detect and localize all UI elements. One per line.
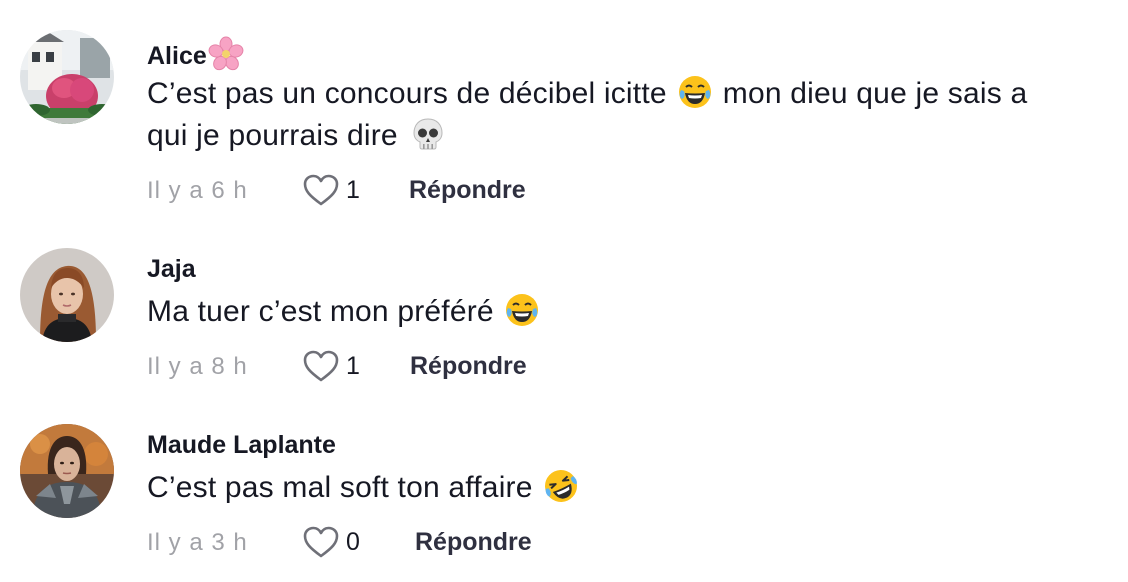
comment-username[interactable]: Alice xyxy=(147,36,244,71)
comment-timestamp: Il y a 6 h xyxy=(147,177,248,204)
comment-timestamp: Il y a 3 h xyxy=(147,529,248,556)
like-button[interactable] xyxy=(302,173,340,207)
comment-username[interactable]: Jaja xyxy=(147,254,196,284)
comment-text: Ma tuer c’est mon préféré xyxy=(147,291,1107,333)
avatar[interactable] xyxy=(20,248,114,342)
username-text: Alice xyxy=(147,42,207,70)
comment-text: C’est pas mal soft ton affaire xyxy=(147,467,1107,509)
comment-meta: Il y a 6 h 1 Répondre xyxy=(147,173,747,209)
like-button[interactable] xyxy=(302,525,340,559)
comment-text-body: C’est pas mal soft ton affaire xyxy=(147,471,533,504)
skull-icon xyxy=(410,116,446,152)
tears-of-joy-icon xyxy=(677,74,713,110)
heart-icon xyxy=(303,350,339,382)
heart-icon xyxy=(303,526,339,558)
reply-button[interactable]: Répondre xyxy=(410,352,527,381)
comment-text-line1-b: mon dieu que je sais a xyxy=(722,77,1028,110)
tears-of-joy-icon xyxy=(504,292,540,328)
like-count: 0 xyxy=(346,528,360,556)
comment-text-line2: qui je pourrais dire xyxy=(147,119,398,152)
comment-meta: Il y a 8 h 1 Répondre xyxy=(147,349,747,385)
comment-username[interactable]: Maude Laplante xyxy=(147,430,336,460)
like-button[interactable] xyxy=(302,349,340,383)
avatar-warrior-image xyxy=(20,424,114,518)
avatar[interactable] xyxy=(20,424,114,518)
rolling-on-floor-laughing-icon xyxy=(543,468,579,504)
avatar[interactable] xyxy=(20,30,114,124)
comment-meta: Il y a 3 h 0 Répondre xyxy=(147,525,747,561)
reply-button[interactable]: Répondre xyxy=(409,176,526,205)
comment-timestamp: Il y a 8 h xyxy=(147,353,248,380)
comment-text-body: Ma tuer c’est mon préféré xyxy=(147,295,494,328)
heart-icon xyxy=(303,174,339,206)
comment-text: C’est pas un concours de décibel icitte … xyxy=(147,73,1107,157)
like-count: 1 xyxy=(346,176,360,204)
avatar-house-image xyxy=(20,30,114,124)
like-count: 1 xyxy=(346,352,360,380)
cherry-blossom-icon xyxy=(208,36,244,71)
reply-button[interactable]: Répondre xyxy=(415,528,532,557)
comment-text-line1-a: C’est pas un concours de décibel icitte xyxy=(147,77,667,110)
avatar-woman-image xyxy=(20,248,114,342)
